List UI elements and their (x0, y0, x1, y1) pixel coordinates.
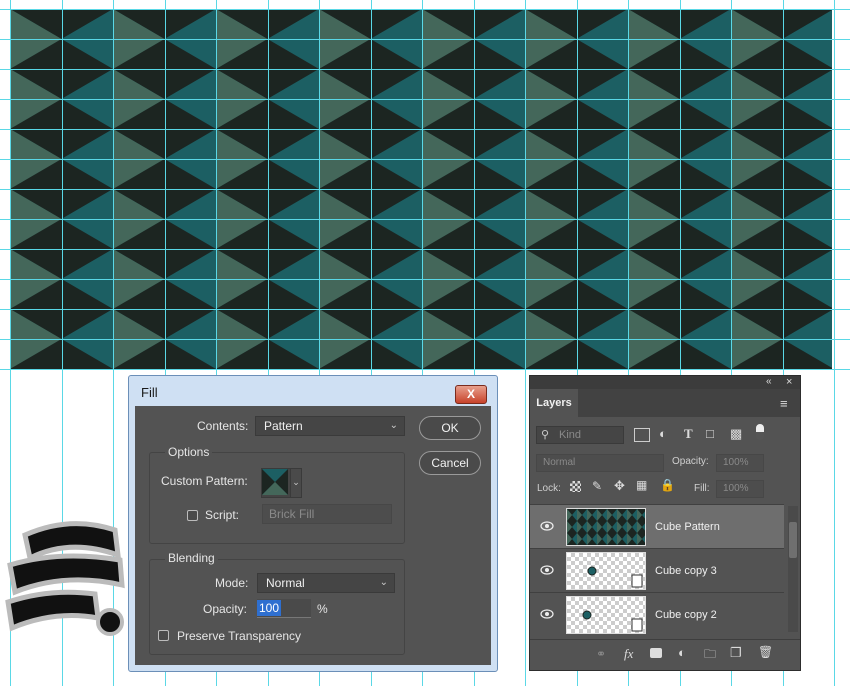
layer-thumbnail (566, 508, 646, 546)
lock-position-move-icon[interactable]: ✥ (614, 478, 625, 494)
new-layer-icon[interactable]: ❐ (730, 645, 742, 661)
fill-value: 100% (723, 483, 749, 494)
opacity-input[interactable]: 100 (257, 599, 311, 618)
fill-input: 100% (716, 480, 764, 498)
layer-row[interactable]: Cube copy 3 (530, 548, 784, 592)
image-filter-icon[interactable] (634, 428, 650, 442)
search-icon: ⚲ (541, 429, 550, 441)
opacity-label: Opacity: (203, 602, 248, 616)
filter-toggle-icon[interactable] (756, 424, 764, 440)
watermark-logo (5, 521, 125, 636)
mode-label: Mode: (215, 576, 249, 590)
mask-icon[interactable] (650, 648, 662, 658)
lock-artboard-icon[interactable]: ▦ (636, 478, 647, 492)
dialog-title: Fill (141, 385, 158, 400)
blend-mode-select: Normal (536, 454, 664, 472)
layer-name: Cube copy 3 (655, 565, 717, 577)
opacity-value: 100 (257, 600, 282, 616)
layer-opacity-label: Opacity: (672, 456, 709, 467)
fill-label: Fill: (694, 483, 710, 494)
script-select: Brick Fill (262, 504, 392, 524)
cube-thumbnail-image (582, 610, 643, 632)
layer-name: Cube copy 2 (655, 609, 717, 621)
ok-button[interactable]: OK (419, 416, 481, 440)
shape-filter-icon[interactable]: □ (706, 426, 714, 441)
smart-object-filter-icon[interactable]: ▩ (730, 426, 742, 442)
layer-thumbnail (566, 552, 646, 590)
preserve-transparency-checkbox[interactable] (158, 630, 169, 641)
panel-tabbar: Layers ≡ (530, 389, 800, 417)
adjustment-icon[interactable]: ◐ (678, 645, 686, 660)
script-label: Script: (205, 508, 240, 522)
layers-scrollbar[interactable] (788, 506, 798, 632)
lock-label: Lock: (537, 483, 561, 494)
pattern-picker-chevron-icon[interactable]: ⌄ (290, 468, 302, 498)
link-icon[interactable]: ⚭ (596, 647, 606, 661)
fill-dialog: Fill X Contents: Pattern ⌄ OK Cancel Opt… (128, 375, 498, 672)
type-filter-icon[interactable]: T (684, 426, 693, 442)
pattern-swatch[interactable] (261, 468, 291, 498)
fx-icon[interactable]: fx (624, 646, 633, 662)
blend-mode-value: Normal (543, 457, 576, 468)
lock-transparent-icon[interactable] (570, 481, 581, 492)
options-title: Options (165, 445, 213, 459)
eye-icon[interactable] (540, 563, 554, 577)
layer-thumbnail (566, 596, 646, 634)
layer-row[interactable]: Cube Pattern (530, 504, 784, 548)
mode-value: Normal (266, 576, 305, 590)
eye-icon[interactable] (540, 607, 554, 621)
layer-row[interactable]: Cube copy 2 (530, 592, 784, 636)
script-checkbox[interactable] (187, 510, 198, 521)
pattern-thumbnail-image (567, 509, 645, 545)
filter-kind-value: Kind (559, 429, 582, 441)
opacity-unit: % (317, 602, 328, 616)
cube-thumbnail-image (587, 566, 643, 588)
contents-select[interactable]: Pattern ⌄ (255, 416, 405, 436)
layers-panel: « × Layers ≡ ⚲ Kind ◐ T □ ▩ Normal Opaci… (529, 375, 801, 671)
panel-bottombar: ⚭ fx ◐ 🗀 ❐ 🗑 (530, 639, 800, 670)
hamburger-menu-icon[interactable]: ≡ (780, 396, 788, 411)
contents-label: Contents: (197, 419, 249, 433)
lock-all-icon[interactable]: 🔒 (660, 478, 675, 492)
script-value: Brick Fill (269, 507, 315, 521)
close-button[interactable]: X (455, 385, 487, 404)
lock-image-brush-icon[interactable]: ✎ (592, 479, 602, 493)
close-icon[interactable]: × (786, 376, 792, 388)
eye-icon[interactable] (540, 519, 554, 533)
trash-icon[interactable]: 🗑 (758, 645, 773, 659)
chevron-down-icon: ⌄ (389, 420, 398, 431)
options-group (149, 452, 405, 544)
cancel-button[interactable]: Cancel (419, 451, 481, 475)
double-chevron-left-icon[interactable]: « (766, 376, 772, 387)
adjustment-filter-icon[interactable]: ◐ (659, 426, 667, 441)
blending-title: Blending (165, 551, 218, 565)
dialog-titlebar[interactable]: Fill X (129, 376, 497, 406)
filter-kind-select[interactable]: ⚲ Kind (536, 426, 624, 444)
chevron-down-icon: ⌄ (379, 577, 388, 588)
dialog-body: Contents: Pattern ⌄ OK Cancel Options Cu… (135, 406, 491, 665)
folder-icon[interactable]: 🗀 (704, 645, 716, 666)
preserve-transparency-label: Preserve Transparency (177, 629, 302, 643)
tab-layers[interactable]: Layers (530, 389, 578, 417)
layer-opacity-value: 100% (723, 457, 749, 468)
panel-topbar: « × (530, 376, 800, 389)
scrollbar-thumb[interactable] (789, 522, 797, 558)
custom-pattern-label: Custom Pattern: (161, 474, 248, 488)
pattern-preview-icon (262, 469, 288, 495)
layer-opacity-input: 100% (716, 454, 764, 472)
contents-value: Pattern (264, 419, 303, 433)
layer-name: Cube Pattern (655, 521, 720, 533)
mode-select[interactable]: Normal ⌄ (257, 573, 395, 593)
